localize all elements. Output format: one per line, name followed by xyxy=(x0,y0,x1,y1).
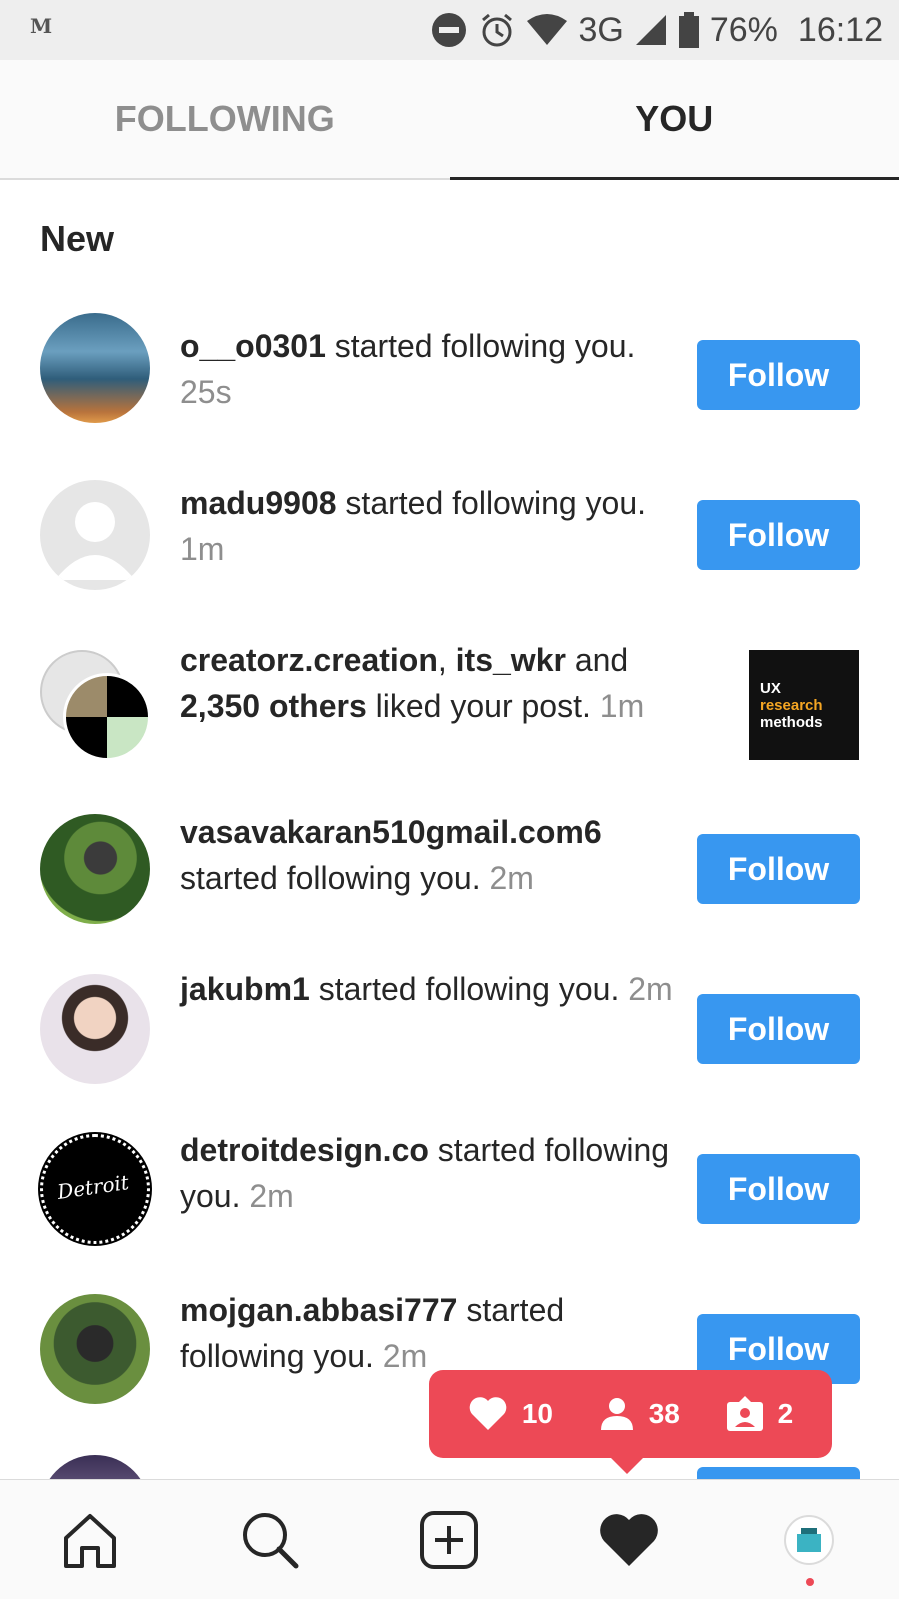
username[interactable]: o__o0301 xyxy=(180,328,326,364)
avatar[interactable] xyxy=(40,974,150,1084)
list-item[interactable]: vasavakaran510gmail.com6 started followi… xyxy=(0,799,899,939)
logo-text: Detroit xyxy=(55,1170,131,1204)
alarm-icon xyxy=(478,11,516,49)
tab-following[interactable]: FOLLOWING xyxy=(0,60,450,178)
list-item[interactable]: o__o0301 started following you. 25s Foll… xyxy=(0,303,899,443)
timestamp: 2m xyxy=(489,860,534,896)
home-icon xyxy=(63,1513,116,1568)
signal-icon xyxy=(634,13,668,47)
avatar[interactable] xyxy=(40,1294,150,1404)
nav-home[interactable] xyxy=(50,1500,130,1580)
activity-text: started following you. xyxy=(180,860,490,896)
followers-count: 38 xyxy=(648,1398,680,1429)
timestamp: 1m xyxy=(180,531,225,567)
timestamp: 25s xyxy=(180,374,232,410)
follow-button xyxy=(697,1467,860,1479)
avatar[interactable]: Detroit xyxy=(40,1134,150,1244)
avatar xyxy=(40,1455,150,1479)
network-type: 3G xyxy=(578,10,624,49)
wifi-icon xyxy=(526,13,568,47)
tab-you[interactable]: YOU xyxy=(449,60,899,180)
activity-tabs: FOLLOWING YOU xyxy=(0,60,899,180)
nav-activity[interactable] xyxy=(589,1500,669,1580)
avatar[interactable] xyxy=(63,673,151,761)
app-notification-icon: M xyxy=(30,14,53,38)
clock: 16:12 xyxy=(797,10,883,49)
notification-dot xyxy=(806,1577,815,1586)
tags-count: 2 xyxy=(777,1398,794,1429)
list-item[interactable]: madu9908 started following you. 1m Follo… xyxy=(0,463,899,603)
tag-icon xyxy=(726,1396,763,1431)
list-item[interactable]: Detroit detroitdesign.co started followi… xyxy=(0,1118,899,1258)
follow-button[interactable]: Follow xyxy=(697,994,860,1064)
search-icon xyxy=(242,1512,299,1568)
nav-new-post[interactable] xyxy=(409,1500,489,1580)
timestamp: 2m xyxy=(628,971,673,1007)
list-item[interactable]: creatorz.creation, its_wkr and 2,350 oth… xyxy=(0,623,899,763)
default-avatar-icon xyxy=(55,502,135,580)
avatar[interactable] xyxy=(40,313,150,423)
follow-button[interactable]: Follow xyxy=(697,1154,860,1224)
status-bar: M 3G 76% 16:12 xyxy=(0,0,899,60)
activity-text: started following you. xyxy=(325,328,636,364)
heart-icon xyxy=(469,1397,507,1430)
nav-search[interactable] xyxy=(230,1500,310,1580)
username[interactable]: detroitdesign.co xyxy=(180,1132,429,1168)
list-item[interactable]: jakubm1 started following you. 2m Follow xyxy=(0,958,899,1098)
post-thumbnail[interactable]: UX research methods xyxy=(749,650,859,760)
activity-text: started following you. xyxy=(336,485,647,521)
activity-text: started following you. xyxy=(309,971,629,1007)
bottom-navigation xyxy=(0,1479,899,1599)
username[interactable]: jakubm1 xyxy=(180,971,310,1007)
username[interactable]: its_wkr xyxy=(456,642,566,678)
battery-level: 76% xyxy=(709,10,778,49)
username[interactable]: madu9908 xyxy=(180,485,337,521)
follow-button[interactable]: Follow xyxy=(697,340,860,410)
person-icon xyxy=(600,1398,633,1430)
avatar[interactable] xyxy=(40,814,150,924)
timestamp: 2m xyxy=(249,1178,294,1214)
timestamp: 1m xyxy=(599,688,645,724)
nav-profile[interactable] xyxy=(769,1500,849,1586)
activity-summary-popup[interactable]: 10 38 2 xyxy=(429,1370,832,1474)
battery-icon xyxy=(678,11,700,49)
username[interactable]: mojgan.abbasi777 xyxy=(180,1292,457,1328)
activity-text: liked your post. xyxy=(366,688,600,724)
likes-count: 10 xyxy=(521,1398,553,1429)
others-count[interactable]: 2,350 others xyxy=(180,688,367,724)
username[interactable]: vasavakaran510gmail.com6 xyxy=(180,814,602,850)
username[interactable]: creatorz.creation xyxy=(180,642,438,678)
profile-avatar xyxy=(784,1514,835,1565)
follow-button[interactable]: Follow xyxy=(697,834,860,904)
timestamp: 2m xyxy=(382,1338,428,1374)
avatar[interactable] xyxy=(40,480,150,590)
add-post-icon xyxy=(420,1510,479,1569)
follow-button[interactable]: Follow xyxy=(697,500,860,570)
status-icons: 3G 76% 16:12 xyxy=(430,8,883,52)
do-not-disturb-icon xyxy=(430,11,468,49)
profile-icon xyxy=(797,1527,822,1552)
section-title: New xyxy=(40,218,115,259)
heart-icon xyxy=(600,1513,659,1566)
